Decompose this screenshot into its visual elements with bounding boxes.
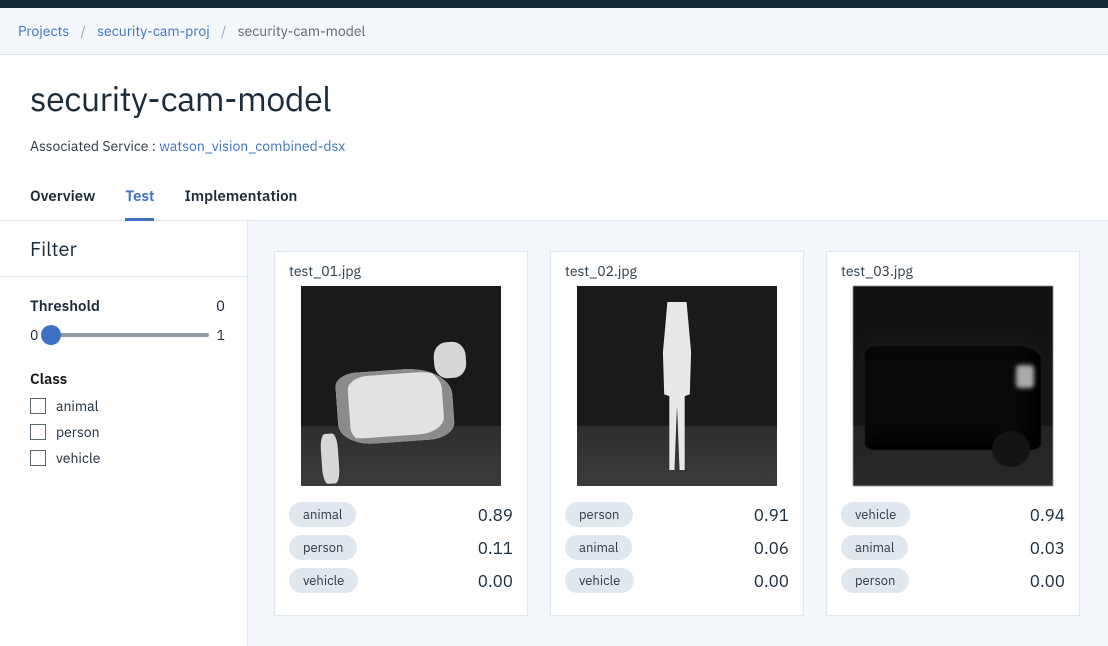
class-label-text: vehicle	[56, 449, 100, 467]
score-row: person 0.00	[841, 568, 1065, 593]
score-row: animal 0.89	[289, 502, 513, 527]
score-label: vehicle	[841, 502, 910, 527]
slider-min: 0	[30, 326, 38, 344]
score-row: vehicle 0.00	[289, 568, 513, 593]
score-value: 0.00	[478, 570, 513, 592]
tab-overview[interactable]: Overview	[30, 177, 95, 221]
score-label: vehicle	[565, 568, 634, 593]
score-row: animal 0.06	[565, 535, 789, 560]
class-checkbox-person[interactable]: person	[30, 423, 225, 441]
associated-service-label: Associated Service :	[30, 137, 159, 155]
score-value: 0.00	[1030, 570, 1065, 592]
score-row: vehicle 0.00	[565, 568, 789, 593]
result-filename: test_02.jpg	[565, 262, 789, 280]
result-thumbnail[interactable]	[577, 286, 777, 486]
result-card: test_03.jpgvehicle 0.94 animal 0.03 person 0.…	[826, 251, 1080, 616]
score-label: person	[289, 535, 357, 560]
tab-implementation[interactable]: Implementation	[184, 177, 297, 221]
result-filename: test_01.jpg	[289, 262, 513, 280]
result-card: test_01.jpganimal 0.89 person 0.11 vehicle 0.…	[274, 251, 528, 616]
result-thumbnail[interactable]	[853, 286, 1053, 486]
score-value: 0.91	[754, 504, 789, 526]
slider-max: 1	[217, 326, 225, 344]
result-card: test_02.jpgperson 0.91 animal 0.06 vehicle 0.…	[550, 251, 804, 616]
slider-thumb[interactable]	[41, 325, 61, 345]
page-header: security-cam-model Associated Service : …	[0, 55, 1108, 155]
score-list: vehicle 0.94 animal 0.03 person 0.00	[841, 502, 1065, 593]
score-value: 0.11	[478, 537, 513, 559]
score-value: 0.06	[754, 537, 789, 559]
class-checkbox-animal[interactable]: animal	[30, 397, 225, 415]
threshold-value: 0	[216, 297, 225, 316]
checkbox-icon[interactable]	[30, 398, 46, 414]
class-label-text: person	[56, 423, 100, 441]
score-label: animal	[289, 502, 356, 527]
score-row: animal 0.03	[841, 535, 1065, 560]
threshold-slider[interactable]: 0 1	[30, 326, 225, 344]
breadcrumb: Projects / security-cam-proj / security-…	[0, 8, 1108, 55]
breadcrumb-projects[interactable]: Projects	[18, 22, 69, 40]
score-value: 0.94	[1030, 504, 1065, 526]
slider-track[interactable]	[46, 333, 208, 337]
filter-sidebar: Filter Threshold 0 0 1 Class animal perso…	[0, 221, 248, 646]
result-thumbnail[interactable]	[301, 286, 501, 486]
score-value: 0.03	[1030, 537, 1065, 559]
class-checkbox-vehicle[interactable]: vehicle	[30, 449, 225, 467]
content: Filter Threshold 0 0 1 Class animalperso…	[0, 221, 1108, 646]
tabs: Overview Test Implementation	[0, 177, 1108, 221]
page-title: security-cam-model	[30, 77, 1078, 121]
score-row: person 0.91	[565, 502, 789, 527]
results-panel: test_01.jpganimal 0.89 person 0.11 vehicle 0.…	[248, 221, 1108, 646]
score-label: person	[841, 568, 909, 593]
score-value: 0.89	[478, 504, 513, 526]
score-list: person 0.91 animal 0.06 vehicle 0.00	[565, 502, 789, 593]
breadcrumb-project-link[interactable]: security-cam-proj	[97, 22, 209, 40]
filter-heading: Filter	[0, 221, 247, 277]
result-filename: test_03.jpg	[841, 262, 1065, 280]
score-list: animal 0.89 person 0.11 vehicle 0.00	[289, 502, 513, 593]
breadcrumb-current: security-cam-model	[238, 22, 366, 40]
associated-service: Associated Service : watson_vision_combi…	[30, 137, 1078, 155]
breadcrumb-sep: /	[81, 22, 86, 40]
top-bar	[0, 0, 1108, 8]
score-row: person 0.11	[289, 535, 513, 560]
tab-test[interactable]: Test	[125, 177, 154, 221]
checkbox-icon[interactable]	[30, 424, 46, 440]
score-label: animal	[565, 535, 632, 560]
class-label-text: animal	[56, 397, 98, 415]
score-row: vehicle 0.94	[841, 502, 1065, 527]
score-value: 0.00	[754, 570, 789, 592]
score-label: vehicle	[289, 568, 358, 593]
breadcrumb-sep: /	[221, 22, 226, 40]
score-label: animal	[841, 535, 908, 560]
associated-service-link[interactable]: watson_vision_combined-dsx	[159, 137, 345, 155]
score-label: person	[565, 502, 633, 527]
class-heading: Class	[30, 370, 225, 389]
checkbox-icon[interactable]	[30, 450, 46, 466]
threshold-label: Threshold	[30, 297, 100, 316]
